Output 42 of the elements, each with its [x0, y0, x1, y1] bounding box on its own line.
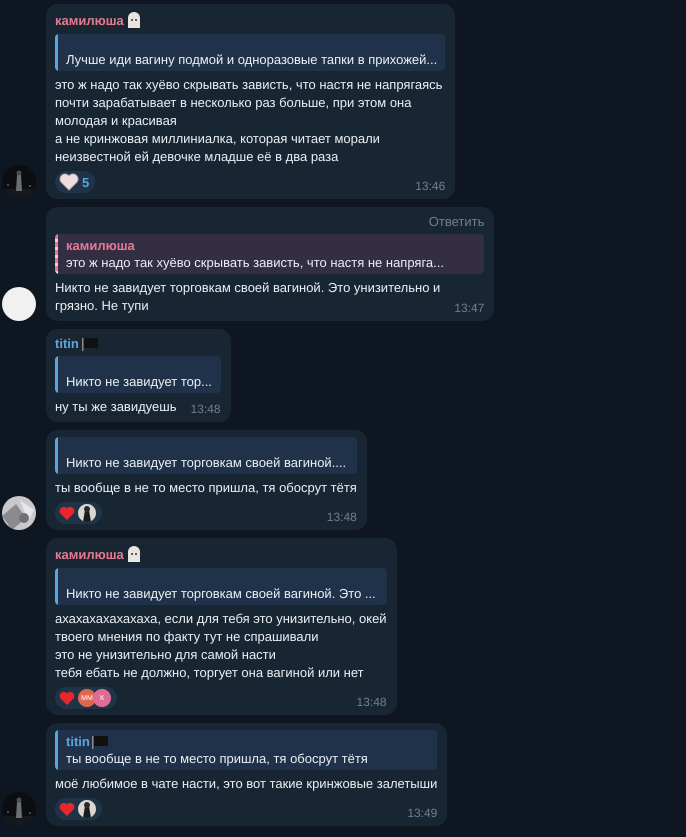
ghost-icon [126, 545, 141, 563]
message-time: 13:46 [415, 179, 446, 193]
message-time: 13:48 [190, 402, 220, 416]
quote-text: Лучше иди вагину подмой и одноразовые тапки в прихожей... [66, 52, 438, 67]
heart-icon [59, 802, 75, 816]
avatar-icon[interactable] [2, 287, 36, 321]
sender-name[interactable]: камилюша [55, 546, 124, 562]
flag-icon [82, 336, 98, 350]
quote-author: titin [66, 734, 90, 749]
message-text: Никто не завидует торговкам своей вагиной. Это унизительно и грязно. Не тупи [55, 279, 440, 315]
reply-link[interactable]: Ответить [428, 214, 484, 229]
reply-quote[interactable]: Никто не завидует торговкам своей вагиной. Это ... [55, 568, 387, 605]
reply-quote[interactable]: Никто не завидует торговкам своей вагиной.... [55, 437, 357, 474]
reply-quote[interactable]: Лучше иди вагину подмой и одноразовые тапки в прихожей... [55, 34, 446, 71]
quote-text: это ж надо так хуёво скрывать зависть, что настя не напряга... [66, 255, 444, 270]
message-time: 13:48 [356, 695, 387, 709]
sender-name[interactable]: камилюша [55, 12, 124, 28]
quote-author: камилюша [66, 238, 135, 253]
message-text: ахахахахахахаха, если для тебя это унизительно, окей твоего мнения по факту тут не спрашивали это не унизительно для самой насти тебя ебать не должно, торгует она вагиной или нет [55, 610, 387, 682]
ghost-icon [126, 11, 141, 29]
message-time: 13:47 [454, 301, 484, 315]
reply-quote[interactable]: Никто не завидует тор... [55, 356, 220, 393]
message-text: ну ты же завидуешь [55, 398, 176, 416]
quote-text: ты вообще в не то место пришла, тя обосрут тётя [66, 751, 368, 766]
quote-text: Никто не завидует тор... [66, 374, 212, 389]
message-text: это ж надо так хуёво скрывать зависть, что настя не напрягаясь почти зарабатывает в несколько раз больше, при этом она молодая и красивая а не кринжовая миллиниалка, которая читает морали неизвестной ей девочке младше её в два раза [55, 76, 444, 166]
reaction-chip[interactable]: 5 [55, 171, 96, 193]
flag-icon [92, 734, 108, 748]
heart-icon [59, 690, 75, 706]
heart-icon [59, 506, 75, 520]
reply-quote[interactable]: titin ты вообще в не то место пришла, тя обосрут тётя [55, 730, 438, 770]
reaction-chip[interactable] [55, 798, 102, 820]
reaction-chip[interactable] [55, 502, 102, 524]
message-text: ты вообще в не то место пришла, тя обосрут тётя [55, 479, 357, 497]
message-text: моё любимое в чате насти, это вот такие кринжовые залетыши [55, 775, 438, 793]
sender-name[interactable]: titin [55, 336, 79, 351]
quote-text: Никто не завидует торговкам своей вагиной.... [66, 455, 346, 470]
reply-quote[interactable]: камилюша это ж надо так хуёво скрывать зависть, что настя не напряга... [55, 234, 484, 274]
quote-text: Никто не завидует торговкам своей вагиной. Это ... [66, 586, 376, 601]
message-time: 13:49 [407, 806, 438, 820]
message-time: 13:48 [326, 510, 357, 524]
heart-sticker-icon [59, 173, 79, 191]
